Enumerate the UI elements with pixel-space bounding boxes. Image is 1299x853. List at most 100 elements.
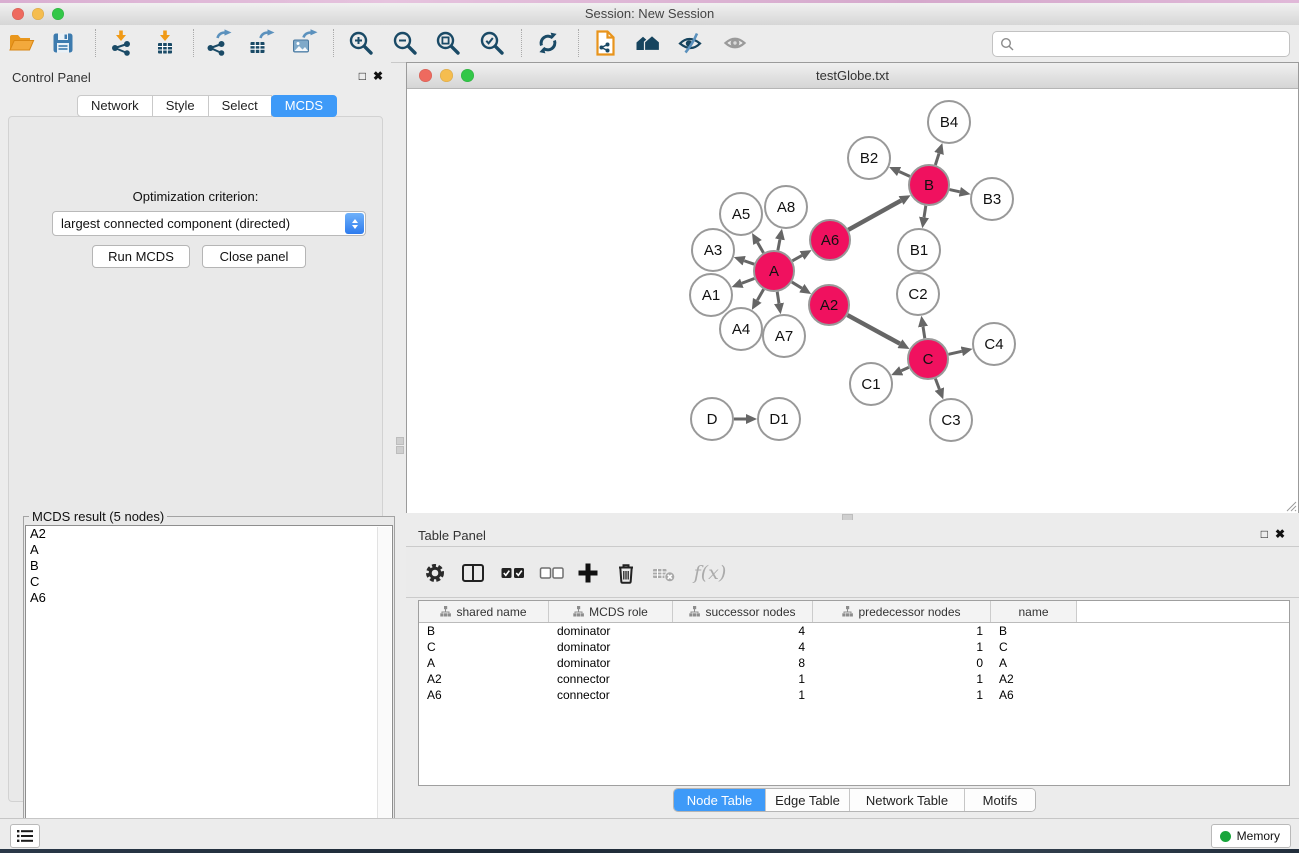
cell-mcds-role[interactable]: connector	[549, 687, 673, 703]
graph-node-D1[interactable]: D1	[758, 398, 800, 440]
graph-node-C3[interactable]: C3	[930, 399, 972, 441]
graph-node-A4[interactable]: A4	[720, 308, 762, 350]
apply-layout-icon[interactable]	[533, 28, 563, 58]
graph-node-A5[interactable]: A5	[720, 193, 762, 235]
graph-node-C2[interactable]: C2	[897, 273, 939, 315]
export-network-icon[interactable]	[203, 28, 233, 58]
graph-edge-A-A6[interactable]	[792, 255, 802, 260]
mcds-result-list[interactable]: A2ABCA6	[25, 525, 393, 853]
zoom-fit-icon[interactable]	[433, 28, 463, 58]
cell-shared-name[interactable]: B	[419, 623, 549, 639]
cell-predecessor-nodes[interactable]: 0	[813, 655, 991, 671]
delete-column-icon[interactable]	[611, 558, 641, 588]
graph-edge-C-C3[interactable]	[935, 379, 939, 389]
show-graphics-details-icon[interactable]	[720, 28, 750, 58]
tab-network-table[interactable]: Network Table	[850, 789, 965, 811]
graph-edge-A-A2[interactable]	[792, 282, 802, 288]
tab-node-table[interactable]: Node Table	[674, 789, 766, 811]
mcds-result-item[interactable]: C	[26, 574, 392, 590]
graph-edge-B-B2[interactable]	[899, 172, 910, 177]
cell-successor-nodes[interactable]: 1	[673, 687, 813, 703]
graph-edge-A-A1[interactable]	[742, 278, 755, 283]
tab-style[interactable]: Style	[152, 95, 209, 117]
split-divider-handle[interactable]	[396, 446, 404, 454]
home-icon[interactable]	[632, 28, 662, 58]
graph-edge-B-B4[interactable]	[935, 153, 939, 165]
mcds-result-item[interactable]: B	[26, 558, 392, 574]
graph-node-B2[interactable]: B2	[848, 137, 890, 179]
cell-mcds-role[interactable]: dominator	[549, 655, 673, 671]
clear-table-icon[interactable]	[649, 558, 679, 588]
cell-mcds-role[interactable]: dominator	[549, 639, 673, 655]
graph-edge-A-A8[interactable]	[778, 239, 780, 250]
split-view-icon[interactable]	[458, 558, 488, 588]
scrollbar[interactable]	[377, 527, 391, 851]
table-row[interactable]: A2connector11A2	[419, 671, 1289, 687]
deselect-all-checkboxes-icon[interactable]	[537, 558, 567, 588]
tab-edge-table[interactable]: Edge Table	[766, 789, 850, 811]
graph-edge-B-B1[interactable]	[924, 206, 926, 218]
tab-motifs[interactable]: Motifs	[965, 789, 1035, 811]
table-row[interactable]: Bdominator41B	[419, 623, 1289, 639]
import-table-icon[interactable]	[150, 28, 180, 58]
graph-node-C1[interactable]: C1	[850, 363, 892, 405]
graph-node-D[interactable]: D	[691, 398, 733, 440]
graph-node-A6[interactable]: A6	[810, 220, 850, 260]
mcds-result-item[interactable]: A2	[26, 526, 392, 542]
close-panel-button[interactable]: Close panel	[202, 245, 306, 268]
cell-successor-nodes[interactable]: 1	[673, 671, 813, 687]
cell-successor-nodes[interactable]: 4	[673, 639, 813, 655]
cell-predecessor-nodes[interactable]: 1	[813, 671, 991, 687]
graph-node-B3[interactable]: B3	[971, 178, 1013, 220]
graph-edge-B-B3[interactable]	[949, 190, 959, 192]
cell-name[interactable]: C	[991, 639, 1077, 655]
column-header-successor-nodes[interactable]: successor nodes	[673, 601, 813, 622]
tab-mcds[interactable]: MCDS	[271, 95, 337, 117]
float-panel-icon[interactable]: □	[359, 69, 366, 83]
cell-successor-nodes[interactable]: 8	[673, 655, 813, 671]
graph-node-A2[interactable]: A2	[809, 285, 849, 325]
open-session-icon[interactable]	[6, 28, 36, 58]
graph-edge-A-A7[interactable]	[777, 292, 779, 304]
select-all-checkboxes-icon[interactable]	[498, 558, 528, 588]
ndex-network-icon[interactable]	[590, 28, 620, 58]
column-header-mcds-role[interactable]: MCDS role	[549, 601, 673, 622]
graph-node-A7[interactable]: A7	[763, 315, 805, 357]
resize-grip-icon[interactable]	[1285, 500, 1297, 512]
graph-edge-A-A5[interactable]	[758, 243, 764, 253]
graph-node-A3[interactable]: A3	[692, 229, 734, 271]
graph-edge-A2-C[interactable]	[847, 315, 899, 344]
cell-mcds-role[interactable]: connector	[549, 671, 673, 687]
column-header-shared-name[interactable]: shared name	[419, 601, 549, 622]
graph-node-A8[interactable]: A8	[765, 186, 807, 228]
graph-node-C4[interactable]: C4	[973, 323, 1015, 365]
cell-name[interactable]: A	[991, 655, 1077, 671]
cell-predecessor-nodes[interactable]: 1	[813, 639, 991, 655]
graph-edge-C-C4[interactable]	[948, 351, 961, 354]
memory-button[interactable]: Memory	[1211, 824, 1291, 848]
graph-edge-A-A3[interactable]	[744, 261, 754, 264]
tab-network[interactable]: Network	[77, 95, 153, 117]
zoom-in-icon[interactable]	[346, 28, 376, 58]
graph-edge-C-C1[interactable]	[901, 367, 909, 370]
zoom-out-icon[interactable]	[390, 28, 420, 58]
split-divider-handle[interactable]	[396, 437, 404, 445]
cell-predecessor-nodes[interactable]: 1	[813, 687, 991, 703]
export-image-icon[interactable]	[289, 28, 319, 58]
table-row[interactable]: Adominator80A	[419, 655, 1289, 671]
graph-node-A1[interactable]: A1	[690, 274, 732, 316]
cell-name[interactable]: B	[991, 623, 1077, 639]
graph-node-C[interactable]: C	[908, 339, 948, 379]
cell-predecessor-nodes[interactable]: 1	[813, 623, 991, 639]
cell-shared-name[interactable]: A2	[419, 671, 549, 687]
table-row[interactable]: Cdominator41C	[419, 639, 1289, 655]
float-panel-icon[interactable]: □	[1261, 527, 1268, 541]
graph-edge-A-A4[interactable]	[757, 289, 763, 300]
mcds-result-item[interactable]: A6	[26, 590, 392, 606]
close-panel-icon[interactable]: ✖	[1275, 527, 1285, 541]
network-canvas[interactable]: B4B2BB3A5A8A6B1A3AC2A1A2A4A7C4CC1C3DD1	[407, 89, 1298, 513]
import-network-icon[interactable]	[106, 28, 136, 58]
cell-shared-name[interactable]: A	[419, 655, 549, 671]
save-session-icon[interactable]	[48, 28, 78, 58]
run-mcds-button[interactable]: Run MCDS	[92, 245, 190, 268]
